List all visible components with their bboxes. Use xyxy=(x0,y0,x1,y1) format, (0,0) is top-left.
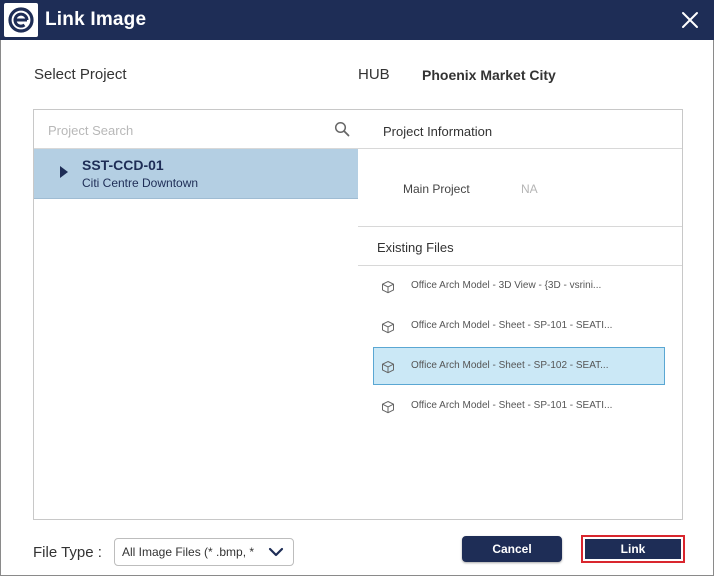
search-icon[interactable] xyxy=(334,121,350,137)
project-details-panel: Project Information Main Project NA Exis… xyxy=(358,109,683,520)
file-name: Office Arch Model - Sheet - SP-101 - SEA… xyxy=(411,400,613,411)
cube-icon xyxy=(382,280,394,294)
file-row-selected[interactable]: Office Arch Model - Sheet - SP-102 - SEA… xyxy=(373,347,665,385)
file-type-value: All Image Files (* .bmp, * xyxy=(122,545,255,559)
cube-icon xyxy=(382,400,394,414)
file-name: Office Arch Model - Sheet - SP-101 - SEA… xyxy=(411,320,613,331)
file-row[interactable]: Office Arch Model - Sheet - SP-101 - SEA… xyxy=(373,307,665,345)
file-row[interactable]: Office Arch Model - Sheet - SP-101 - SEA… xyxy=(373,387,665,425)
file-name: Office Arch Model - 3D View - {3D - vsri… xyxy=(411,280,602,291)
cancel-button[interactable]: Cancel xyxy=(462,536,562,562)
close-icon[interactable] xyxy=(678,8,702,32)
chevron-down-icon[interactable] xyxy=(268,547,284,557)
select-project-label: Select Project xyxy=(34,66,127,83)
hub-value: Phoenix Market City xyxy=(422,67,556,83)
project-list-panel: SST-CCD-01 Citi Centre Downtown xyxy=(33,109,359,520)
e-logo-icon xyxy=(4,3,38,37)
main-project-value: NA xyxy=(521,182,538,196)
project-name: Citi Centre Downtown xyxy=(82,176,199,190)
file-type-label: File Type : xyxy=(33,544,102,561)
link-button[interactable]: Link xyxy=(585,539,681,559)
project-search-input[interactable] xyxy=(48,120,328,140)
project-row-sst-ccd-01[interactable]: SST-CCD-01 Citi Centre Downtown xyxy=(34,149,358,199)
expand-arrow-icon[interactable] xyxy=(60,166,68,178)
title-bar: Link Image xyxy=(0,0,714,40)
project-information-header: Project Information xyxy=(358,110,682,149)
file-row[interactable]: Office Arch Model - 3D View - {3D - vsri… xyxy=(373,267,665,305)
dialog-title: Link Image xyxy=(45,9,147,30)
cube-icon xyxy=(382,360,394,374)
project-code: SST-CCD-01 xyxy=(82,157,164,173)
cube-icon xyxy=(382,320,394,334)
project-information-title: Project Information xyxy=(383,124,493,139)
project-search-box xyxy=(34,110,358,149)
file-name: Office Arch Model - Sheet - SP-102 - SEA… xyxy=(411,360,609,371)
main-project-label: Main Project xyxy=(403,182,470,196)
existing-files-header: Existing Files xyxy=(358,226,682,266)
link-button-focus-ring: Link xyxy=(581,535,685,563)
file-type-dropdown[interactable]: All Image Files (* .bmp, * xyxy=(114,538,294,566)
hub-label: HUB xyxy=(358,66,390,83)
existing-files-title: Existing Files xyxy=(377,240,454,255)
